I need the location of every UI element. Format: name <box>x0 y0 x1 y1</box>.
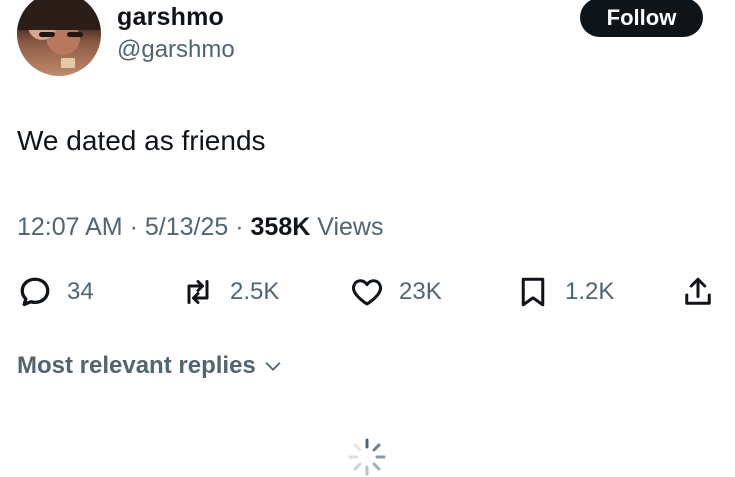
bookmark-button[interactable]: 1.2K <box>515 270 614 314</box>
reply-icon <box>20 277 50 307</box>
tweet-actions-bar: 34 2.5K 23K 1.2K <box>0 270 735 314</box>
heart-icon <box>352 279 382 306</box>
avatar-hair <box>17 0 101 30</box>
share-button[interactable] <box>680 270 716 314</box>
avatar-eye-right <box>67 32 83 37</box>
repost-button[interactable]: 2.5K <box>180 270 279 314</box>
avatar-detail <box>61 58 75 68</box>
avatar-eye-left <box>39 32 55 37</box>
meta-separator: · <box>235 213 244 241</box>
views-label: Views <box>317 213 384 241</box>
like-button[interactable]: 23K <box>349 270 442 314</box>
author-name[interactable]: garshmo <box>117 3 224 32</box>
author-handle[interactable]: @garshmo <box>117 36 235 64</box>
repost-icon <box>187 280 209 304</box>
share-icon <box>685 277 711 305</box>
replies-sort-dropdown[interactable]: Most relevant replies <box>17 352 284 380</box>
bookmark-count: 1.2K <box>565 278 615 305</box>
meta-separator: · <box>129 213 138 241</box>
tweet-text: We dated as friends <box>17 125 266 156</box>
bookmark-icon <box>521 277 545 307</box>
reply-button[interactable]: 34 <box>17 270 94 314</box>
chevron-down-icon <box>265 362 281 371</box>
follow-button[interactable]: Follow <box>580 0 703 37</box>
tweet-meta: 12:07 AM · 5/13/25 · 358K Views <box>17 213 384 242</box>
views-count: 358K <box>250 213 311 241</box>
repost-count: 2.5K <box>230 278 280 305</box>
tweet-date[interactable]: 5/13/25 <box>145 213 228 241</box>
tweet-time[interactable]: 12:07 AM <box>17 213 123 241</box>
reply-count: 34 <box>67 278 94 305</box>
replies-sort-label: Most relevant replies <box>17 352 256 379</box>
loading-spinner-icon <box>348 438 386 476</box>
avatar[interactable] <box>17 0 101 76</box>
like-count: 23K <box>399 278 442 305</box>
